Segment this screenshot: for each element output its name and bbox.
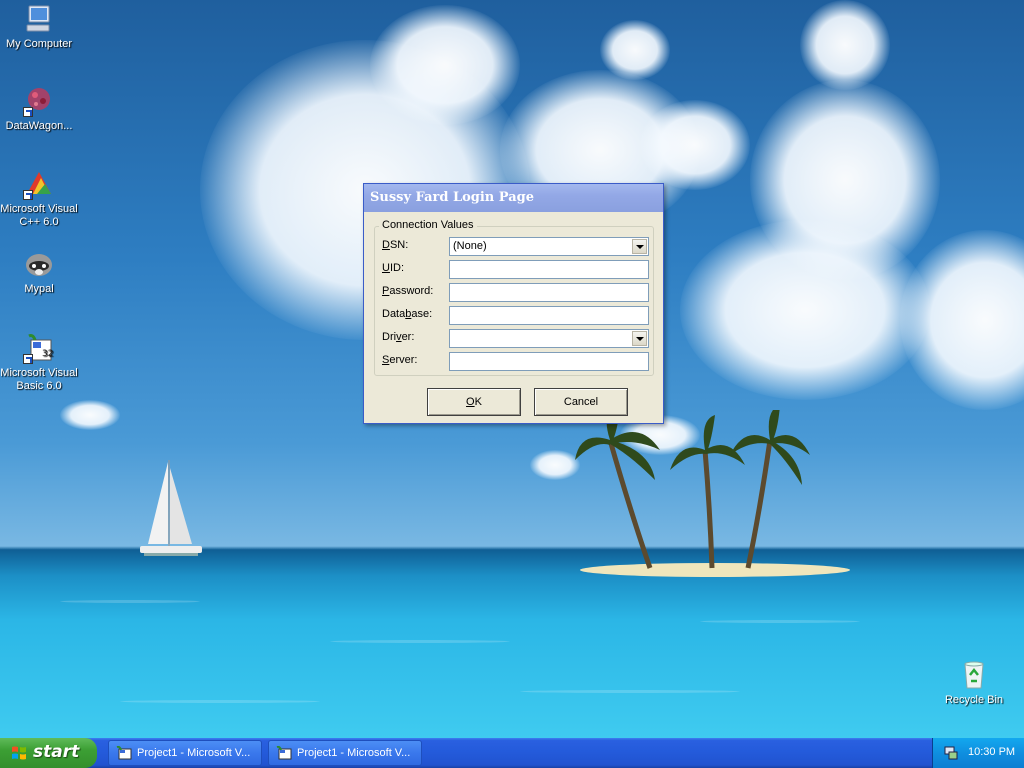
computer-icon	[23, 3, 55, 35]
clock[interactable]: 10:30 PM	[968, 746, 1015, 758]
dsn-dropdown-arrow-icon[interactable]	[632, 239, 647, 254]
recycle-bin-icon	[958, 659, 990, 691]
cancel-button[interactable]: Cancel	[534, 388, 628, 416]
shortcut-arrow-icon	[23, 190, 33, 200]
uid-input[interactable]	[449, 260, 649, 279]
driver-dropdown-arrow-icon[interactable]	[632, 331, 647, 346]
dialog-title-bar[interactable]: Sussy Fard Login Page	[364, 184, 663, 212]
desktop-icon-label: Microsoft Visual C++ 6.0	[0, 203, 78, 228]
shortcut-arrow-icon	[23, 354, 33, 364]
vb-project-icon	[116, 746, 132, 760]
desktop-icon-visual-basic[interactable]: 32 Microsoft Visual Basic 6.0	[0, 332, 79, 393]
vb-project-icon	[276, 746, 292, 760]
uid-label: UID:	[382, 262, 405, 274]
database-label: Database:	[382, 308, 433, 320]
dsn-value: (None)	[453, 240, 487, 252]
dialog-body: Connection Values DSN: (None) UID: Passw…	[367, 212, 660, 420]
password-input[interactable]	[449, 283, 649, 302]
taskbar-button-label: Project1 - Microsoft V...	[297, 747, 411, 759]
network-tray-icon[interactable]	[944, 746, 958, 760]
taskbar-button-project1[interactable]: Project1 - Microsoft V...	[108, 740, 262, 766]
taskbar: start Project1 - Microsoft V... Project1…	[0, 738, 1024, 768]
driver-combobox[interactable]	[449, 329, 649, 348]
system-tray: 10:30 PM	[932, 738, 1024, 768]
desktop-icon-visual-cpp[interactable]: Microsoft Visual C++ 6.0	[0, 168, 79, 229]
password-label: Password:	[382, 285, 434, 297]
taskbar-button-label: Project1 - Microsoft V...	[137, 747, 251, 759]
windows-flag-icon	[12, 746, 26, 760]
taskbar-button-project1-second[interactable]: Project1 - Microsoft V...	[268, 740, 422, 766]
desktop-icon-my-computer[interactable]: My Computer	[0, 3, 79, 51]
datawagon-icon	[23, 85, 55, 117]
connection-values-label: Connection Values	[379, 219, 477, 231]
database-input[interactable]	[449, 306, 649, 325]
visual-basic-icon: 32	[23, 332, 55, 364]
server-label: Server:	[382, 354, 418, 366]
dialog-title: Sussy Fard Login Page	[370, 190, 534, 205]
desktop-icon-datawagon[interactable]: DataWagon...	[0, 85, 79, 133]
sailboat-image	[140, 460, 202, 556]
svg-text:32: 32	[42, 349, 53, 359]
login-dialog: Sussy Fard Login Page Connection Values …	[363, 183, 664, 424]
desktop-icon-label: Recycle Bin	[944, 694, 1004, 706]
start-button[interactable]: start	[0, 738, 97, 768]
shortcut-arrow-icon	[23, 107, 33, 117]
desktop-icon-label: Mypal	[24, 283, 54, 295]
desktop-icon-label: My Computer	[5, 38, 73, 50]
dsn-label: DSN:	[382, 239, 409, 251]
start-label: start	[33, 742, 80, 762]
dsn-combobox[interactable]: (None)	[449, 237, 649, 256]
driver-label: Driver:	[382, 331, 415, 343]
desktop-icon-mypal[interactable]: Mypal	[0, 248, 79, 296]
ok-button[interactable]: OK	[427, 388, 521, 416]
server-input[interactable]	[449, 352, 649, 371]
mypal-raccoon-icon	[23, 248, 55, 280]
desktop-icon-label: DataWagon...	[5, 120, 73, 132]
desktop-icon-recycle-bin[interactable]: Recycle Bin	[934, 659, 1014, 707]
desktop-icon-label: Microsoft Visual Basic 6.0	[0, 367, 78, 392]
palm-island-image	[575, 410, 850, 577]
visual-cpp-icon	[23, 168, 55, 200]
